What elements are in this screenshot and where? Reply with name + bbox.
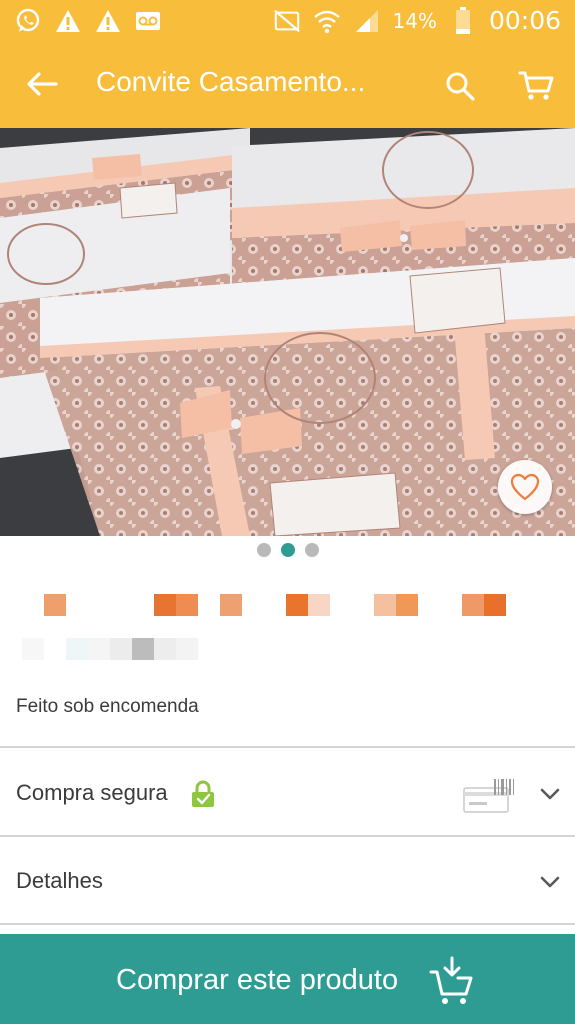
clock: 00:06 <box>488 6 561 35</box>
whatsapp-icon <box>14 7 42 35</box>
details-row[interactable]: Detalhes <box>0 838 575 924</box>
search-icon <box>446 72 475 101</box>
back-button[interactable] <box>20 64 64 104</box>
made-to-order-text: Feito sob encomenda <box>16 696 199 717</box>
pager-dot[interactable] <box>256 543 271 557</box>
back-arrow-icon <box>27 72 58 96</box>
secure-purchase-label: Compra segura <box>16 780 168 805</box>
divider <box>0 746 575 748</box>
favorite-button[interactable] <box>498 460 552 514</box>
pager-dot[interactable] <box>304 543 319 557</box>
warning-icon <box>54 7 82 35</box>
status-system: 14% 00:06 <box>273 6 561 35</box>
buy-button-label: Comprar este produto <box>116 964 399 996</box>
battery-percent: 14% <box>392 8 437 33</box>
cart-icon <box>518 71 554 100</box>
wifi-icon <box>313 7 341 35</box>
heart-icon <box>510 473 540 501</box>
buy-button[interactable]: Comprar este produto <box>0 934 575 1024</box>
cart-download-icon <box>429 956 473 1004</box>
app-bar: Convite Casamento... <box>0 40 575 128</box>
lock-icon <box>192 780 214 807</box>
cart-button[interactable] <box>512 64 560 108</box>
details-label: Detalhes <box>16 868 103 893</box>
credit-card-icon <box>463 779 514 813</box>
mute-icon <box>273 7 301 35</box>
voicemail-icon <box>134 7 162 35</box>
status-bar: 14% 00:06 <box>0 0 575 40</box>
chevron-down-icon <box>536 868 564 896</box>
pager-dot-active[interactable] <box>280 543 295 557</box>
secure-purchase-row[interactable]: Compra segura <box>0 750 575 836</box>
signal-icon <box>353 7 381 35</box>
page-title: Convite Casamento... <box>96 66 366 97</box>
warning-icon <box>94 7 122 35</box>
status-notifications <box>14 7 162 35</box>
product-image[interactable] <box>0 128 575 536</box>
gallery-pager <box>0 543 575 559</box>
invitation-photo <box>0 128 575 536</box>
divider <box>0 835 575 837</box>
chevron-down-icon <box>536 780 564 808</box>
divider <box>0 923 575 925</box>
battery-icon <box>449 6 477 35</box>
redacted-content <box>0 590 575 670</box>
search-button[interactable] <box>438 64 482 108</box>
